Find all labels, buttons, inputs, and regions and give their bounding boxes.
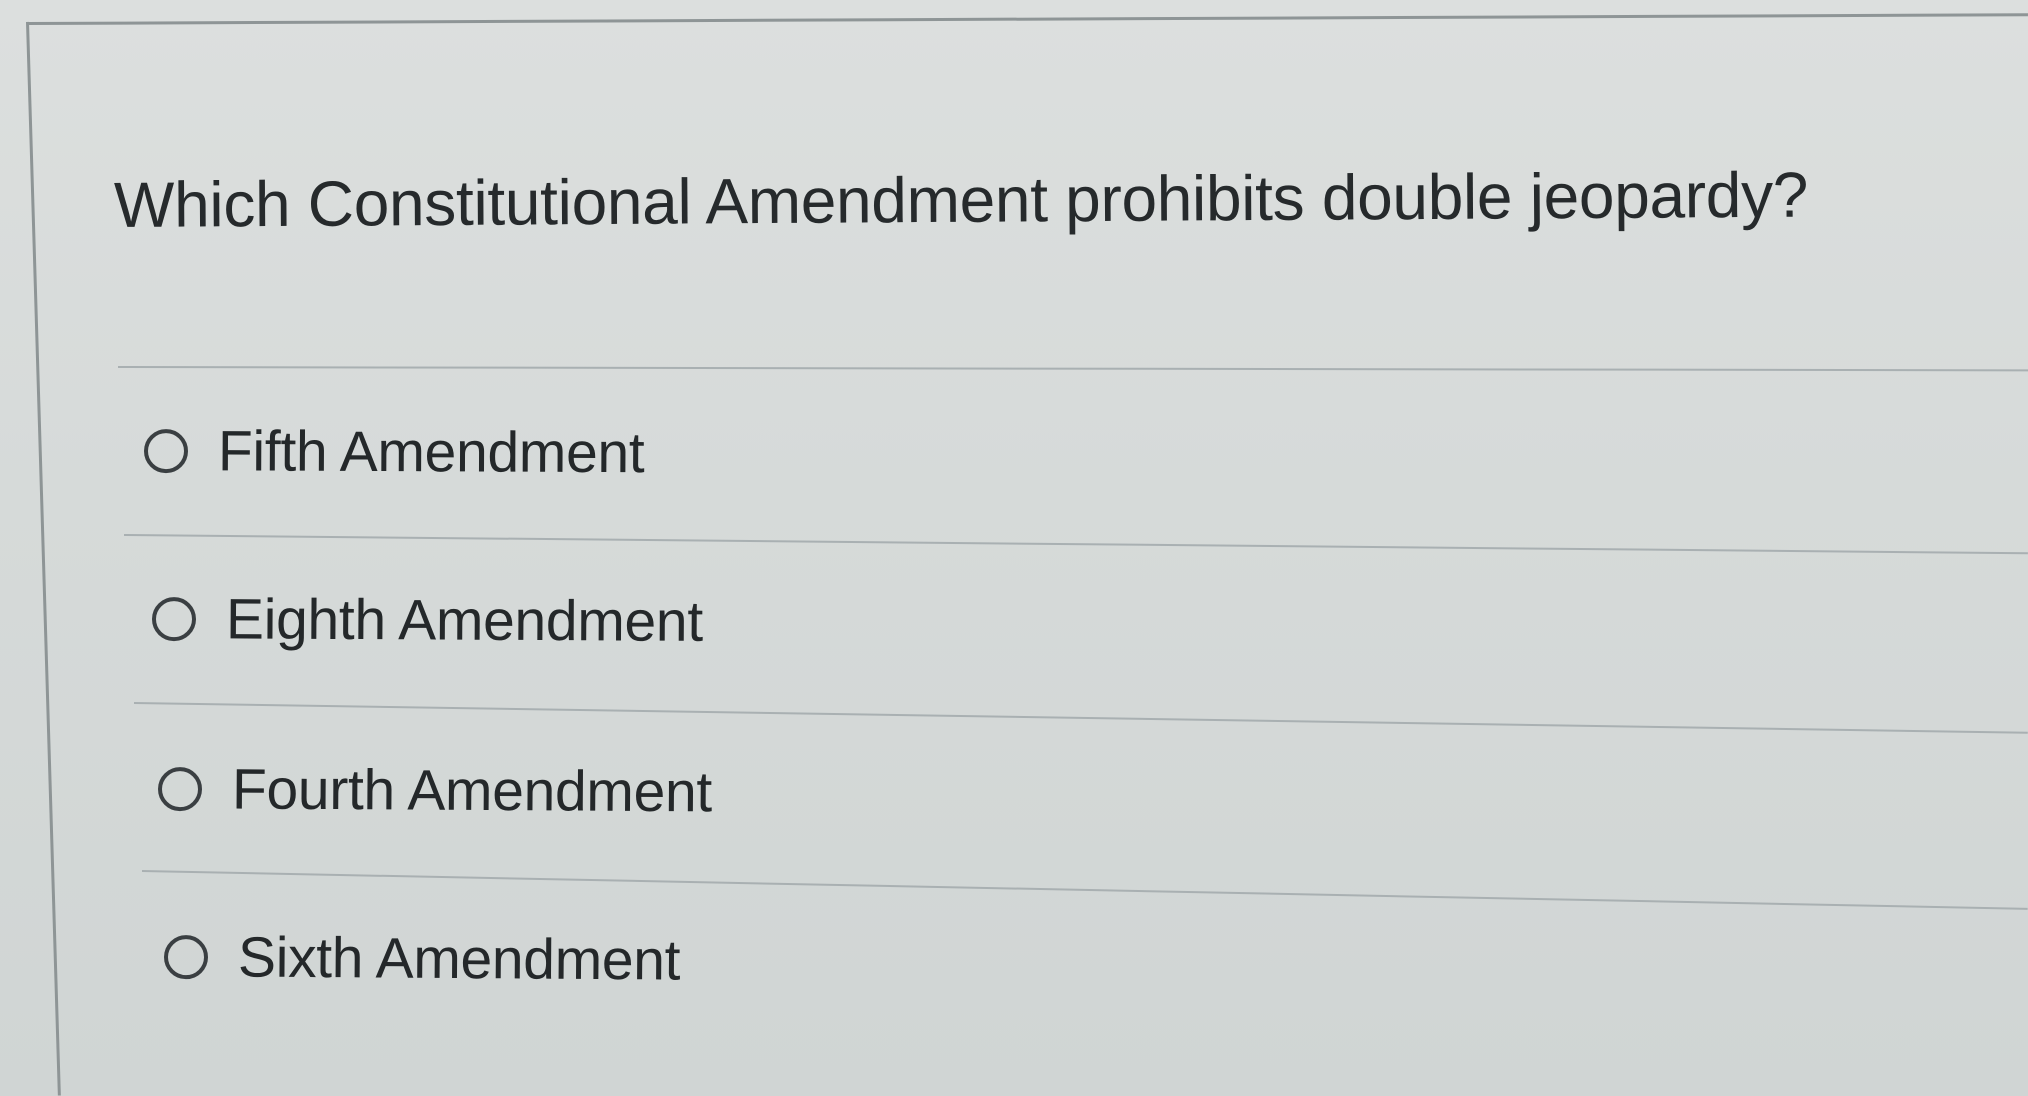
radio-unselected-icon[interactable]	[163, 935, 209, 980]
answer-option-fourth[interactable]: Fourth Amendment	[157, 756, 712, 825]
answer-option-label[interactable]: Sixth Amendment	[238, 925, 681, 994]
answer-option-sixth[interactable]: Sixth Amendment	[163, 924, 681, 994]
divider	[133, 702, 2028, 734]
answer-option-label[interactable]: Eighth Amendment	[226, 586, 703, 654]
answer-option-label[interactable]: Fifth Amendment	[218, 418, 645, 486]
divider	[141, 870, 2028, 910]
top-border	[27, 13, 2028, 25]
question-text: Which Constitutional Amendment prohibits…	[113, 158, 1809, 241]
answer-option-fifth[interactable]: Fifth Amendment	[143, 418, 645, 486]
divider	[123, 534, 2028, 555]
radio-unselected-icon[interactable]	[157, 767, 203, 812]
quiz-page: Which Constitutional Amendment prohibits…	[0, 0, 2028, 1096]
answer-option-label[interactable]: Fourth Amendment	[232, 756, 712, 825]
divider	[117, 366, 2028, 372]
radio-unselected-icon[interactable]	[143, 429, 189, 474]
radio-unselected-icon[interactable]	[151, 597, 197, 642]
answer-option-eighth[interactable]: Eighth Amendment	[151, 586, 703, 655]
left-border	[26, 21, 61, 1096]
